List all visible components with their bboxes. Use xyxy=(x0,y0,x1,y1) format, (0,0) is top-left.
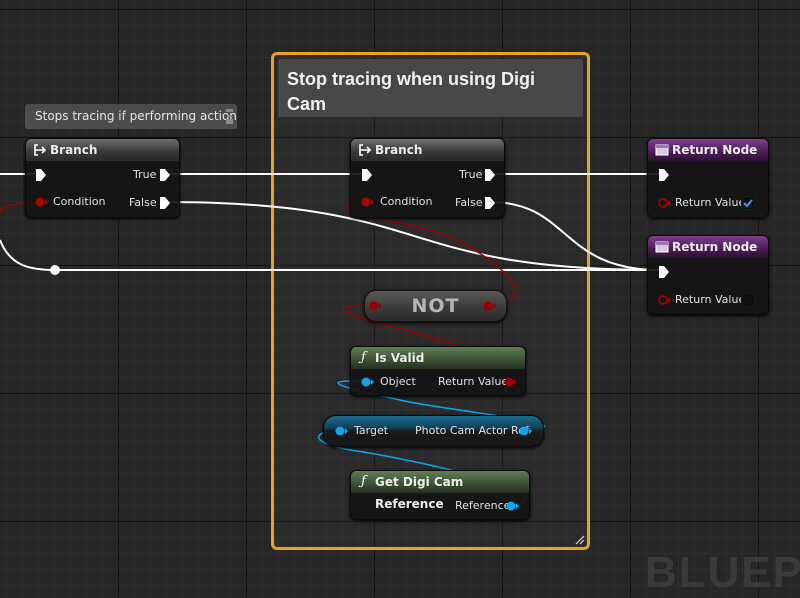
branch-icon xyxy=(359,144,372,156)
get-digi-cam-reference-node[interactable]: ƒ Get Digi Cam Reference Reference xyxy=(350,470,530,520)
exec-in-pin-icon[interactable] xyxy=(35,168,47,182)
branch-node-right[interactable]: Branch True Condition False xyxy=(350,138,505,218)
branch-node-header[interactable]: Branch xyxy=(26,139,179,161)
reference-pin-label: Reference xyxy=(455,499,511,512)
return-node-top[interactable]: Return Node Return Value xyxy=(647,138,769,218)
false-pin-label: False xyxy=(129,196,157,209)
get-digi-cam-reference-title: Get Digi Cam Reference xyxy=(375,475,464,511)
false-pin-label: False xyxy=(455,196,483,209)
exec-false-pin-icon[interactable] xyxy=(159,196,171,210)
function-icon: ƒ xyxy=(361,350,366,365)
exec-in-pin-icon[interactable] xyxy=(658,265,670,279)
is-valid-header[interactable]: ƒ Is Valid xyxy=(351,347,525,369)
exec-true-pin-icon[interactable] xyxy=(159,168,171,182)
exec-wire-reroute-in xyxy=(0,239,56,271)
return-node-title: Return Node xyxy=(672,240,758,254)
exec-false-pin-icon[interactable] xyxy=(484,196,496,210)
bool-out-pin-icon[interactable] xyxy=(504,376,518,388)
return-node-icon xyxy=(655,144,669,156)
is-valid-title: Is Valid xyxy=(375,351,425,365)
checkmark-icon xyxy=(743,199,753,208)
branch-node-left[interactable]: Branch True Condition False xyxy=(25,138,180,218)
true-pin-label: True xyxy=(133,168,157,181)
branch-icon xyxy=(34,144,47,156)
return-value-label: Return Value xyxy=(675,293,746,306)
photo-cam-actor-ref-node[interactable]: Target Photo Cam Actor Ref xyxy=(323,415,544,447)
object-pin-label: Object xyxy=(380,375,416,388)
exec-true-pin-icon[interactable] xyxy=(484,168,496,182)
return-node-title: Return Node xyxy=(672,143,758,157)
pin-icon[interactable] xyxy=(225,108,234,125)
target-pin-icon[interactable] xyxy=(335,425,349,437)
return-node-header[interactable]: Return Node xyxy=(648,139,768,161)
branch-title: Branch xyxy=(375,143,423,157)
function-icon: ƒ xyxy=(361,474,366,489)
return-value-checkbox[interactable] xyxy=(741,293,755,307)
exec-in-pin-icon[interactable] xyxy=(361,168,373,182)
condition-pin-label: Condition xyxy=(380,195,433,208)
return-value-pin-icon[interactable] xyxy=(658,197,672,209)
return-value-checkbox[interactable] xyxy=(741,196,755,210)
photo-cam-actor-ref-label: Photo Cam Actor Ref xyxy=(415,424,529,437)
bool-out-pin-icon[interactable] xyxy=(483,300,497,312)
get-digi-cam-reference-header[interactable]: ƒ Get Digi Cam Reference xyxy=(351,471,529,511)
return-value-pin-label: Return Value xyxy=(438,375,509,388)
object-in-pin-icon[interactable] xyxy=(361,376,375,388)
branch-node-header[interactable]: Branch xyxy=(351,139,504,161)
comment-header[interactable]: Stop tracing when using Digi Cam xyxy=(278,59,583,117)
condition-pin-icon[interactable] xyxy=(361,196,375,208)
tooltip: Stops tracing if performing action xyxy=(25,104,237,129)
return-node-icon xyxy=(655,241,669,253)
object-out-pin-icon[interactable] xyxy=(506,500,520,512)
target-pin-label: Target xyxy=(354,424,389,437)
condition-pin-icon[interactable] xyxy=(35,196,49,208)
return-node-bottom[interactable]: Return Node Return Value xyxy=(647,235,769,315)
return-value-label: Return Value xyxy=(675,196,746,209)
tooltip-text: Stops tracing if performing action xyxy=(35,109,237,123)
return-node-header[interactable]: Return Node xyxy=(648,236,768,258)
branch-title: Branch xyxy=(50,143,98,157)
blueprint-watermark: BLUEPR xyxy=(645,548,800,597)
return-value-pin-icon[interactable] xyxy=(658,294,672,306)
not-node[interactable]: NOT xyxy=(364,290,507,322)
reroute-knot xyxy=(50,265,60,275)
condition-pin-label: Condition xyxy=(53,195,106,208)
comment-title: Stop tracing when using Digi Cam xyxy=(287,69,536,114)
object-out-pin-icon[interactable] xyxy=(519,425,533,437)
exec-in-pin-icon[interactable] xyxy=(658,168,670,182)
is-valid-node[interactable]: ƒ Is Valid Object Return Value xyxy=(350,346,526,396)
true-pin-label: True xyxy=(459,168,483,181)
resize-grip-icon[interactable] xyxy=(573,533,585,545)
